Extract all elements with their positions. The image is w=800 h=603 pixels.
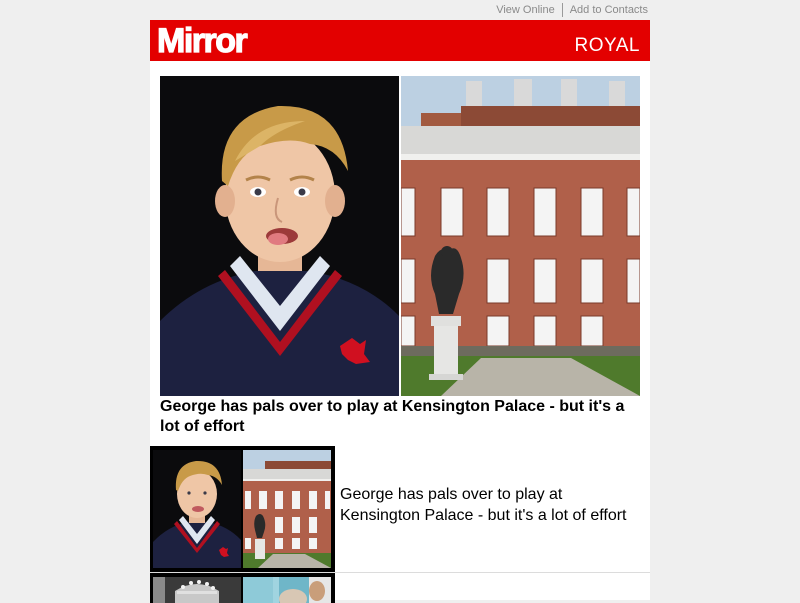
link-divider xyxy=(561,3,563,17)
list-item[interactable]: George has pals over to play at Kensingt… xyxy=(150,446,650,573)
story-headline[interactable]: George has pals over to play at Kensingt… xyxy=(340,484,640,526)
thumb-photo-palace xyxy=(243,450,331,568)
list-item[interactable] xyxy=(150,573,335,603)
view-online-link[interactable]: View Online xyxy=(494,4,557,16)
masthead: Mirror ROYAL xyxy=(150,20,650,61)
section-label: ROYAL xyxy=(574,35,640,56)
hero-photo-palace xyxy=(401,76,640,396)
mirror-logo[interactable]: Mirror xyxy=(156,22,248,59)
thumb-photo-tiara xyxy=(153,577,241,603)
hero-photo-boy xyxy=(160,76,399,396)
email-container: View Online Add to Contacts Mirror ROYAL xyxy=(150,0,650,603)
hero-image[interactable] xyxy=(160,76,640,396)
thumb-photo-event xyxy=(243,577,331,603)
hero-headline[interactable]: George has pals over to play at Kensingt… xyxy=(160,397,640,437)
story-thumbnail[interactable] xyxy=(150,446,335,572)
newsletter-body: George has pals over to play at Kensingt… xyxy=(150,61,650,603)
thumb-photo-boy xyxy=(153,450,241,568)
add-to-contacts-link[interactable]: Add to Contacts xyxy=(568,4,650,16)
top-links-bar: View Online Add to Contacts xyxy=(150,0,650,20)
